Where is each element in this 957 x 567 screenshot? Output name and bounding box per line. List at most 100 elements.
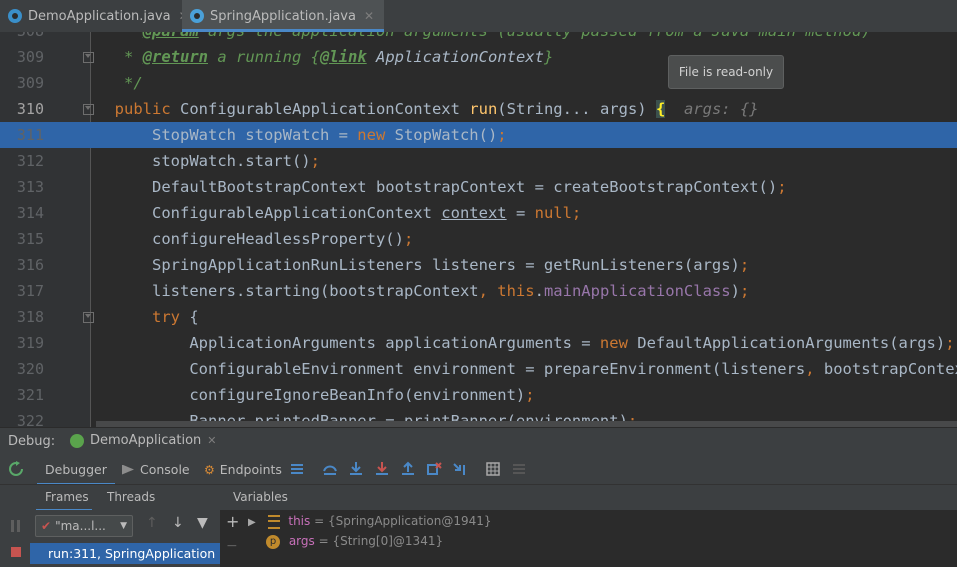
- code-text: try {: [152, 308, 199, 326]
- code-line[interactable]: 315 configureHeadlessProperty();: [0, 226, 957, 252]
- tab-frames[interactable]: Frames: [45, 490, 89, 504]
- line-number: 321: [16, 386, 44, 404]
- tab-demoapplication[interactable]: DemoApplication.java ✕: [8, 0, 189, 32]
- tab-endpoints[interactable]: ⚙ Endpoints: [204, 462, 282, 477]
- code-text: stopWatch.start();: [96, 152, 320, 170]
- close-icon[interactable]: ✕: [207, 434, 216, 447]
- debug-header: Debug: DemoApplication ✕: [0, 427, 957, 456]
- code-text: * @param args the application arguments …: [96, 32, 871, 44]
- code-text: */: [96, 74, 143, 92]
- close-icon[interactable]: ✕: [364, 9, 374, 23]
- code-line[interactable]: 320 ConfigurableEnvironment environment …: [0, 356, 957, 382]
- line-number: 313: [16, 178, 44, 196]
- frames-panel: ✔ "ma...l... ▼ ↑ ↓ ▼ run:311, SpringAppl…: [30, 510, 221, 567]
- debugger-subheader: Frames Threads Variables: [0, 484, 957, 511]
- arrow-up-icon[interactable]: ↑: [146, 515, 158, 531]
- variable-value: = {SpringApplication@1941}: [314, 514, 492, 528]
- stop-icon[interactable]: [10, 546, 22, 558]
- code-line[interactable]: 313 DefaultBootstrapContext bootstrapCon…: [0, 174, 957, 200]
- editor-tab-bar: DemoApplication.java ✕ SpringApplication…: [0, 0, 957, 33]
- code-line[interactable]: 316 SpringApplicationRunListeners listen…: [0, 252, 957, 278]
- tab-debugger[interactable]: Debugger: [37, 462, 115, 485]
- code-line[interactable]: 309 * @return a running {@link Applicati…: [0, 44, 957, 70]
- debug-session-tab[interactable]: DemoApplication ✕: [70, 433, 216, 448]
- pause-icon[interactable]: [10, 520, 22, 532]
- force-step-into-icon[interactable]: [374, 461, 390, 477]
- variable-name: this: [288, 514, 311, 528]
- variable-row-args[interactable]: p args = {String[0]@1341}: [266, 531, 443, 551]
- line-number: 320: [16, 360, 44, 378]
- line-number: 317: [16, 282, 44, 300]
- code-line[interactable]: 310 public ConfigurableApplicationContex…: [0, 96, 957, 122]
- line-number: 316: [16, 256, 44, 274]
- debug-toolbar: Debugger Console ⚙ Endpoints: [0, 455, 957, 485]
- code-line[interactable]: 308 * @param args the application argume…: [0, 32, 957, 44]
- step-into-icon[interactable]: [348, 461, 364, 477]
- chevron-down-icon: ▼: [120, 521, 127, 531]
- code-text: configureHeadlessProperty();: [96, 230, 414, 248]
- tab-springapplication[interactable]: SpringApplication.java ✕: [182, 0, 385, 32]
- arrow-down-icon[interactable]: ↓: [172, 515, 184, 531]
- code-line[interactable]: 318 try {: [0, 304, 957, 330]
- fold-marker-icon[interactable]: [83, 104, 94, 115]
- variables-panel: + − ▶ this = {SpringApplication@1941} p …: [220, 510, 957, 567]
- tab-console[interactable]: Console: [122, 462, 190, 477]
- line-number: 309: [16, 74, 44, 92]
- run-to-cursor-icon[interactable]: [452, 461, 468, 477]
- step-out-icon[interactable]: [400, 461, 416, 477]
- code-line[interactable]: 311 StopWatch stopWatch = new StopWatch(…: [0, 122, 957, 148]
- evaluate-expression-icon[interactable]: [485, 461, 501, 477]
- code-text: configureIgnoreBeanInfo(environment);: [96, 386, 535, 404]
- expand-arrow-icon[interactable]: ▶: [248, 517, 256, 528]
- line-number: 309: [16, 48, 44, 66]
- rerun-icon[interactable]: [8, 461, 24, 477]
- code-line[interactable]: 314 ConfigurableApplicationContext conte…: [0, 200, 957, 226]
- code-text: public ConfigurableApplicationContext ru…: [114, 100, 759, 118]
- stack-frame-row[interactable]: run:311, SpringApplication (o: [30, 543, 220, 564]
- check-icon: ✔: [41, 519, 52, 533]
- fold-marker-icon[interactable]: [83, 312, 94, 323]
- code-line[interactable]: 317 listeners.starting(bootstrapContext,…: [0, 278, 957, 304]
- endpoints-icon: ⚙: [204, 462, 215, 477]
- field-list-icon: [267, 514, 280, 529]
- line-number: 311: [16, 126, 44, 144]
- tab-threads[interactable]: Threads: [107, 490, 155, 504]
- trace-icon[interactable]: [511, 461, 527, 477]
- tab-debugger-label: Debugger: [45, 462, 107, 477]
- step-over-icon[interactable]: [322, 461, 338, 477]
- code-line[interactable]: 319 ApplicationArguments applicationArgu…: [0, 330, 957, 356]
- drop-frame-icon[interactable]: [426, 461, 442, 477]
- code-text: listeners.starting(bootstrapContext, thi…: [96, 282, 750, 300]
- frame-label: run:311, SpringApplication: [48, 546, 216, 561]
- code-text: ConfigurableEnvironment environment = pr…: [96, 360, 957, 378]
- tab-label: SpringApplication.java: [210, 8, 356, 24]
- spring-boot-icon: [70, 433, 84, 448]
- thread-dropdown[interactable]: ✔ "ma...l... ▼: [35, 515, 133, 537]
- line-number: 310: [16, 100, 44, 118]
- debug-session-label: DemoApplication: [90, 433, 202, 448]
- add-watch-icon[interactable]: +: [226, 512, 239, 531]
- variable-row-this[interactable]: ▶ this = {SpringApplication@1941}: [248, 511, 492, 531]
- read-only-tooltip: File is read-only: [668, 55, 784, 89]
- code-line[interactable]: 321 configureIgnoreBeanInfo(environment)…: [0, 382, 957, 408]
- variable-value: = {String[0]@1341}: [318, 534, 444, 548]
- code-line[interactable]: 312 stopWatch.start();: [0, 148, 957, 174]
- line-number: 319: [16, 334, 44, 352]
- line-number: 308: [0, 32, 44, 44]
- console-icon: [122, 464, 134, 475]
- filter-icon[interactable]: ▼: [197, 515, 208, 531]
- remove-watch-icon[interactable]: −: [226, 538, 238, 554]
- layout-icon[interactable]: [289, 461, 305, 477]
- java-class-icon: [8, 9, 22, 23]
- code-text: * @return a running {@link ApplicationCo…: [96, 48, 554, 66]
- code-text: SpringApplicationRunListeners listeners …: [96, 256, 750, 274]
- code-editor[interactable]: 308 * @param args the application argume…: [0, 32, 957, 427]
- code-text: ApplicationArguments applicationArgument…: [96, 334, 955, 352]
- code-line[interactable]: 309 */: [0, 70, 957, 96]
- tab-console-label: Console: [140, 462, 190, 477]
- line-number: 314: [16, 204, 44, 222]
- code-text: DefaultBootstrapContext bootstrapContext…: [96, 178, 787, 196]
- code-text: StopWatch stopWatch = new StopWatch();: [96, 126, 507, 144]
- fold-marker-icon[interactable]: [83, 52, 94, 63]
- tab-endpoints-label: Endpoints: [219, 462, 282, 477]
